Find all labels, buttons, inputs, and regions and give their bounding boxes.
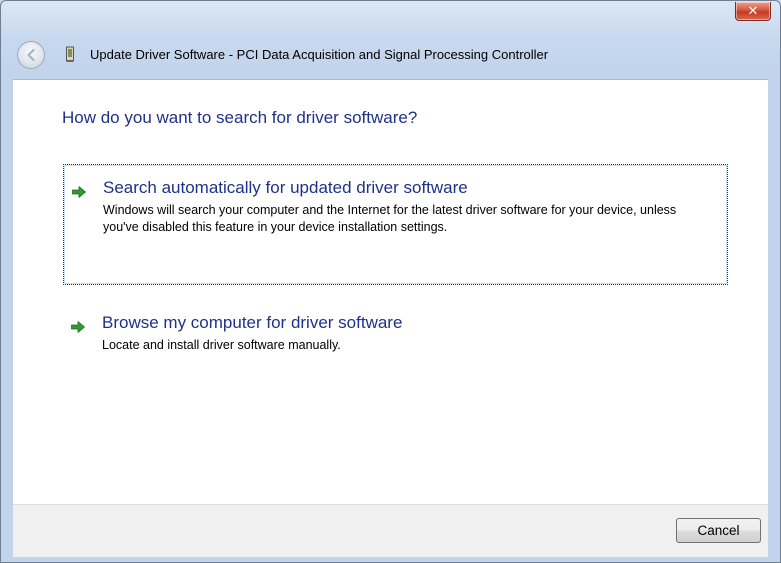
option-description: Windows will search your computer and th…: [103, 203, 677, 234]
green-arrow-icon: [70, 183, 88, 201]
green-arrow-icon: [69, 318, 87, 336]
option-title: Browse my computer for driver software: [102, 313, 403, 332]
window-title: Update Driver Software - PCI Data Acquis…: [90, 47, 549, 62]
close-button[interactable]: ✕: [735, 2, 771, 21]
option-title: Search automatically for updated driver …: [103, 178, 468, 197]
back-arrow-icon: [27, 48, 35, 62]
dialog-window: ✕ Update Driver Software - PCI Data Acqu…: [0, 0, 781, 563]
search-automatically-option[interactable]: Search automatically for updated driver …: [63, 164, 728, 285]
browse-computer-option[interactable]: Browse my computer for driver software L…: [63, 310, 728, 370]
device-icon: [63, 45, 79, 63]
page-heading: How do you want to search for driver sof…: [62, 108, 418, 127]
close-icon: ✕: [747, 3, 759, 19]
dialog-footer: Cancel: [13, 504, 768, 557]
option-description: Locate and install driver software manua…: [102, 338, 341, 352]
back-button[interactable]: [17, 41, 45, 69]
content-panel: How do you want to search for driver sof…: [13, 79, 768, 504]
cancel-button[interactable]: Cancel: [676, 518, 761, 543]
